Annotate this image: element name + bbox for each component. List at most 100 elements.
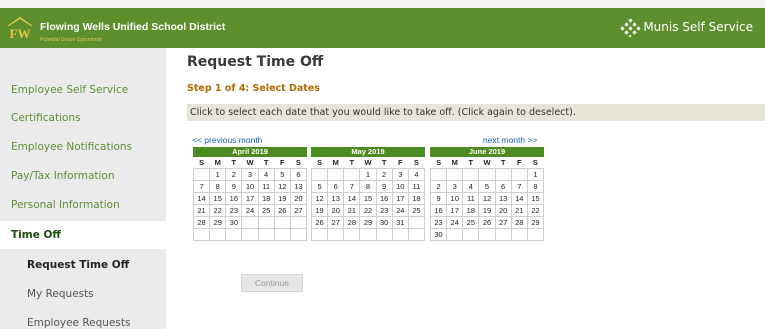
calendar-day-cell[interactable]: 24 <box>446 215 464 229</box>
calendar-day-cell[interactable]: 28 <box>510 215 528 229</box>
calendar-day-cell[interactable]: 13 <box>494 191 512 205</box>
calendar-day-cell[interactable]: 10 <box>241 179 259 193</box>
calendar-day-cell[interactable]: 23 <box>375 203 393 217</box>
calendar-day-cell[interactable]: 8 <box>526 179 545 193</box>
calendar-day-cell[interactable]: 11 <box>462 191 480 205</box>
calendar-day-cell[interactable]: 12 <box>478 191 496 205</box>
calendar-day-cell[interactable]: 9 <box>225 179 243 193</box>
calendar-day-cell[interactable]: 8 <box>359 179 377 193</box>
sidebar-item-time-off[interactable]: Time Off <box>0 221 166 249</box>
calendar-day-cell[interactable]: 3 <box>391 167 409 181</box>
calendar-day-cell[interactable]: 22 <box>359 203 377 217</box>
calendar-day-cell[interactable]: 6 <box>327 179 345 193</box>
calendar-day-cell[interactable]: 4 <box>407 167 426 181</box>
calendar-day-cell[interactable]: 22 <box>209 203 227 217</box>
app-name[interactable]: Munis Self Service <box>643 20 753 34</box>
district-name[interactable]: Flowing Wells Unified School District <box>40 21 225 33</box>
calendar-day-cell[interactable]: 9 <box>375 179 393 193</box>
calendar-day-cell[interactable]: 4 <box>257 167 275 181</box>
calendar-day-cell[interactable]: 20 <box>494 203 512 217</box>
calendar-day-cell[interactable]: 17 <box>446 203 464 217</box>
calendar-day-cell[interactable]: 8 <box>209 179 227 193</box>
next-month-link[interactable]: next month >> <box>483 135 537 145</box>
calendar-day-cell[interactable]: 10 <box>391 179 409 193</box>
calendar-day-cell[interactable]: 1 <box>526 167 545 181</box>
calendar-day-cell[interactable]: 16 <box>429 203 448 217</box>
calendar-day-cell[interactable]: 3 <box>241 167 259 181</box>
calendar-day-cell[interactable]: 18 <box>462 203 480 217</box>
calendar-day-cell[interactable]: 12 <box>310 191 329 205</box>
calendar-day-cell[interactable]: 27 <box>289 203 308 217</box>
calendar-day-cell[interactable]: 18 <box>407 191 426 205</box>
calendar-day-cell[interactable]: 19 <box>478 203 496 217</box>
calendar-day-cell[interactable]: 12 <box>273 179 291 193</box>
calendar-day-cell[interactable]: 29 <box>209 215 227 229</box>
calendar-day-cell[interactable]: 18 <box>257 191 275 205</box>
calendar-day-cell[interactable]: 22 <box>526 203 545 217</box>
calendar-day-cell[interactable]: 26 <box>310 215 329 229</box>
calendar-day-cell[interactable]: 23 <box>429 215 448 229</box>
calendar-day-cell[interactable]: 16 <box>375 191 393 205</box>
calendar-day-cell[interactable]: 7 <box>192 179 211 193</box>
calendar-day-cell[interactable]: 31 <box>391 215 409 229</box>
calendar-day-cell[interactable]: 20 <box>289 191 308 205</box>
calendar-day-cell[interactable]: 19 <box>273 191 291 205</box>
calendar-day-cell[interactable]: 14 <box>343 191 361 205</box>
calendar-day-cell[interactable]: 2 <box>225 167 243 181</box>
sidebar-item-employee-self-service[interactable]: Employee Self Service <box>0 76 166 104</box>
calendar-day-cell[interactable]: 7 <box>343 179 361 193</box>
calendar-day-cell[interactable]: 30 <box>225 215 243 229</box>
calendar-day-cell[interactable]: 6 <box>494 179 512 193</box>
calendar-day-cell[interactable]: 27 <box>327 215 345 229</box>
calendar-day-cell[interactable]: 29 <box>359 215 377 229</box>
sidebar-item-pay-tax-information[interactable]: Pay/Tax Information <box>0 162 166 190</box>
calendar-day-cell[interactable]: 11 <box>257 179 275 193</box>
calendar-day-cell[interactable]: 28 <box>343 215 361 229</box>
sidebar-item-certifications[interactable]: Certifications <box>0 104 166 132</box>
calendar-day-cell[interactable]: 21 <box>510 203 528 217</box>
calendar-day-cell[interactable]: 21 <box>343 203 361 217</box>
calendar-day-cell[interactable]: 7 <box>510 179 528 193</box>
calendar-day-cell[interactable]: 4 <box>462 179 480 193</box>
calendar-day-cell[interactable]: 17 <box>241 191 259 205</box>
calendar-day-cell[interactable]: 1 <box>359 167 377 181</box>
sidebar-subitem-employee-requests[interactable]: Employee Requests <box>0 309 166 329</box>
calendar-day-cell[interactable]: 19 <box>310 203 329 217</box>
calendar-day-cell[interactable]: 14 <box>510 191 528 205</box>
calendar-day-cell[interactable]: 13 <box>289 179 308 193</box>
calendar-day-cell[interactable]: 1 <box>209 167 227 181</box>
calendar-day-cell[interactable]: 24 <box>241 203 259 217</box>
calendar-day-cell[interactable]: 25 <box>462 215 480 229</box>
calendar-day-cell[interactable]: 25 <box>407 203 426 217</box>
calendar-day-cell[interactable]: 15 <box>359 191 377 205</box>
calendar-day-cell[interactable]: 30 <box>375 215 393 229</box>
calendar-day-cell[interactable]: 11 <box>407 179 426 193</box>
calendar-day-cell[interactable]: 2 <box>429 179 448 193</box>
sidebar-item-personal-information[interactable]: Personal Information <box>0 191 166 219</box>
calendar-day-cell[interactable]: 30 <box>429 227 448 241</box>
calendar-day-cell[interactable]: 9 <box>429 191 448 205</box>
calendar-day-cell[interactable]: 5 <box>273 167 291 181</box>
sidebar-subitem-request-time-off[interactable]: Request Time Off <box>0 251 166 279</box>
calendar-day-cell[interactable]: 13 <box>327 191 345 205</box>
continue-button[interactable]: Continue <box>241 274 303 292</box>
sidebar-item-employee-notifications[interactable]: Employee Notifications <box>0 133 166 161</box>
calendar-day-cell[interactable]: 28 <box>192 215 211 229</box>
calendar-day-cell[interactable]: 21 <box>192 203 211 217</box>
calendar-day-cell[interactable]: 2 <box>375 167 393 181</box>
calendar-day-cell[interactable]: 26 <box>273 203 291 217</box>
calendar-day-cell[interactable]: 16 <box>225 191 243 205</box>
sidebar-subitem-my-requests[interactable]: My Requests <box>0 280 166 308</box>
calendar-day-cell[interactable]: 14 <box>192 191 211 205</box>
calendar-day-cell[interactable]: 20 <box>327 203 345 217</box>
calendar-day-cell[interactable]: 29 <box>526 215 545 229</box>
calendar-day-cell[interactable]: 15 <box>526 191 545 205</box>
calendar-day-cell[interactable]: 26 <box>478 215 496 229</box>
calendar-day-cell[interactable]: 5 <box>478 179 496 193</box>
calendar-day-cell[interactable]: 3 <box>446 179 464 193</box>
calendar-day-cell[interactable]: 23 <box>225 203 243 217</box>
calendar-day-cell[interactable]: 17 <box>391 191 409 205</box>
calendar-day-cell[interactable]: 25 <box>257 203 275 217</box>
calendar-day-cell[interactable]: 24 <box>391 203 409 217</box>
previous-month-link[interactable]: << previous month <box>192 135 262 145</box>
